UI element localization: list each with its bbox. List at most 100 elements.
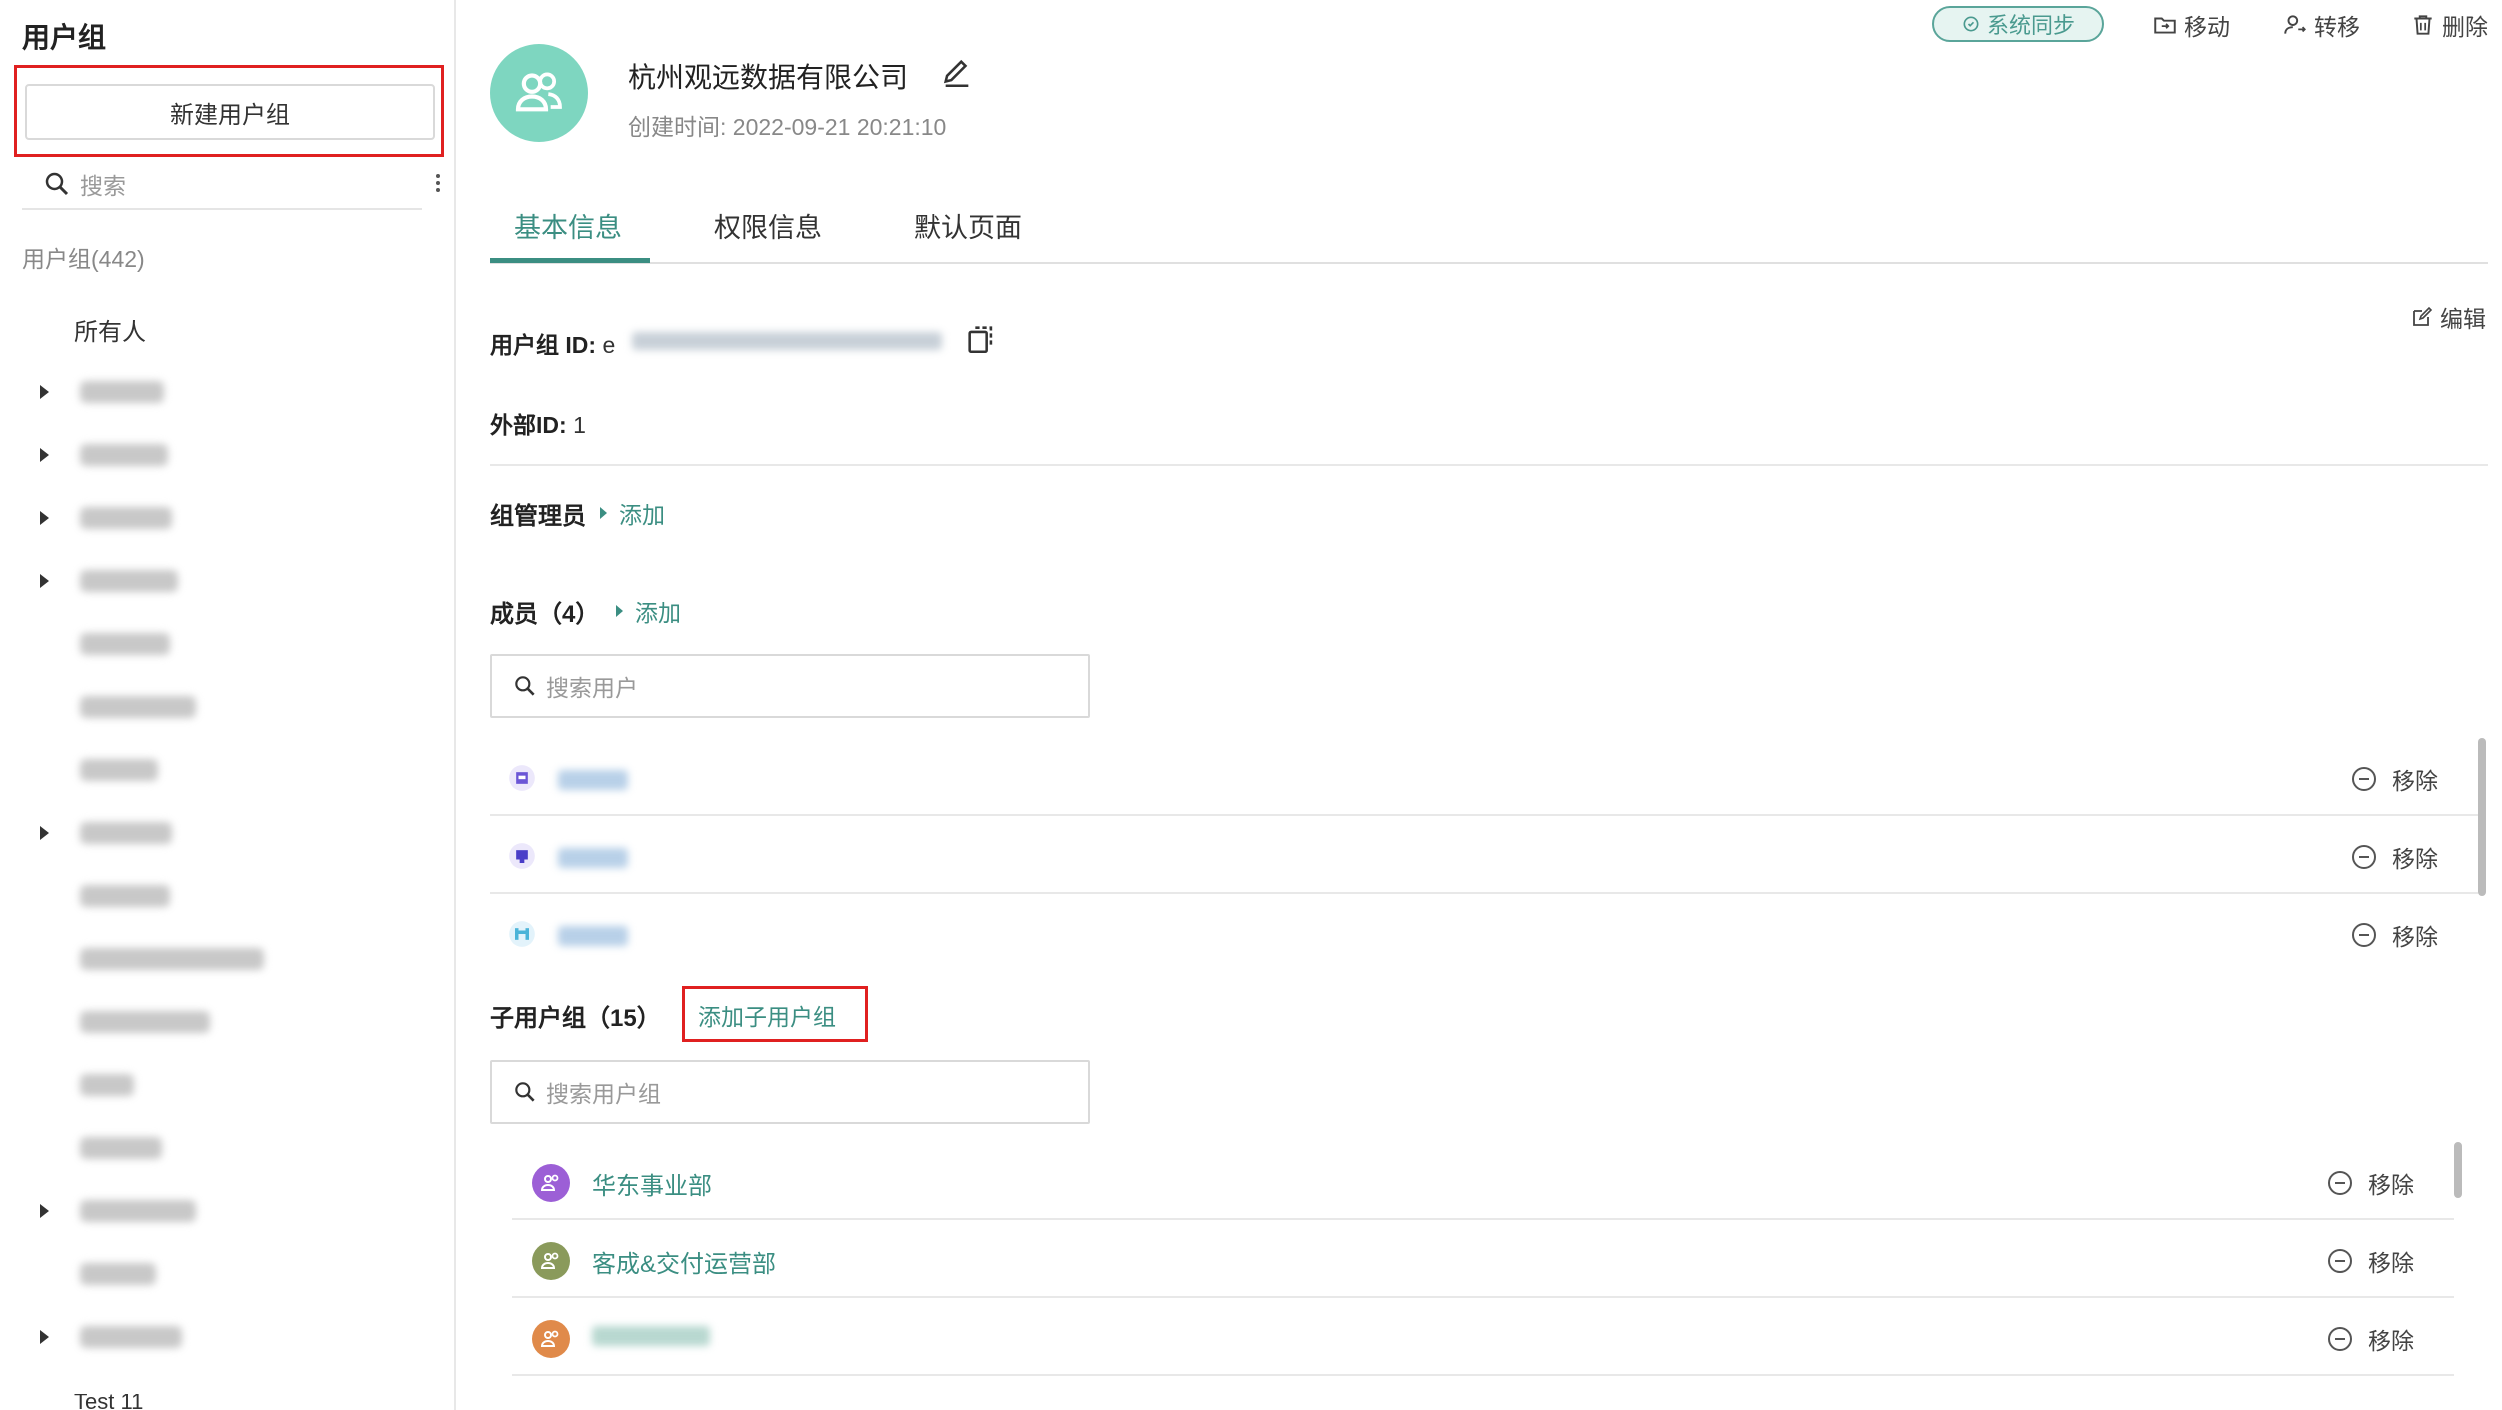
sidebar-title: 用户组 [22, 22, 107, 53]
more-options-icon[interactable] [428, 168, 448, 198]
tab-bar: 基本信息 权限信息 默认页面 [490, 190, 2488, 264]
minus-circle-icon [2352, 845, 2376, 869]
trash-icon [2414, 15, 2432, 35]
group-id-value: e [602, 332, 616, 358]
members-scrollbar[interactable] [2478, 738, 2486, 896]
tree-item[interactable] [0, 1191, 440, 1231]
user-avatar-icon [509, 765, 535, 791]
tree-item[interactable] [0, 939, 440, 979]
member-row: 移除 [490, 818, 2478, 894]
minus-circle-icon [2328, 1327, 2352, 1351]
edit-label: 编辑 [2440, 306, 2486, 332]
tree-item[interactable] [0, 435, 440, 475]
transfer-button[interactable]: 转移 [2282, 8, 2360, 42]
tree-item[interactable] [0, 687, 440, 727]
member-row: 移除 [490, 740, 2478, 816]
tree-item-all[interactable]: 所有人 [74, 312, 146, 347]
sidebar-search-input[interactable]: 搜索 [22, 160, 422, 210]
tree-item[interactable] [0, 372, 440, 412]
subgroup-row: 客成&交付运营部 移除 [512, 1222, 2454, 1298]
company-name: 杭州观远数据有限公司 [628, 62, 909, 93]
new-group-button[interactable]: 新建用户组 [25, 84, 435, 140]
tree-item[interactable] [0, 1317, 440, 1357]
divider [490, 464, 2488, 466]
remove-member-button[interactable]: 移除 [2352, 918, 2438, 952]
member-search-input[interactable]: 搜索用户 [490, 654, 1090, 718]
minus-circle-icon [2328, 1171, 2352, 1195]
subgroup-search-placeholder: 搜索用户组 [546, 1081, 661, 1107]
caret-right-icon[interactable] [40, 1204, 49, 1218]
subgroup-name-redacted [592, 1326, 710, 1346]
tree-item-truncated[interactable]: Test 11 [74, 1394, 143, 1410]
caret-right-icon[interactable] [40, 826, 49, 840]
caret-right-icon[interactable] [40, 385, 49, 399]
member-name-redacted [558, 770, 628, 790]
edit-icon [2413, 306, 2433, 326]
minus-circle-icon [2328, 1249, 2352, 1273]
remove-label: 移除 [2368, 1172, 2414, 1198]
sync-badge-label: 系统同步 [1986, 13, 2075, 38]
caret-right-icon[interactable] [40, 511, 49, 525]
remove-member-button[interactable]: 移除 [2352, 762, 2438, 796]
member-name-redacted [558, 848, 628, 868]
subgroup-row: 华东事业部 移除 [512, 1144, 2454, 1220]
external-id-label: 外部ID: [490, 412, 567, 438]
created-value: 2022-09-21 20:21:10 [732, 114, 947, 140]
remove-member-button[interactable]: 移除 [2352, 840, 2438, 874]
caret-right-icon[interactable] [40, 574, 49, 588]
tree-item[interactable] [0, 1254, 440, 1294]
remove-label: 移除 [2392, 924, 2438, 950]
caret-right-icon[interactable] [40, 1330, 49, 1344]
tree-item[interactable] [0, 1128, 440, 1168]
add-subgroup-button[interactable]: 添加子用户组 [698, 998, 836, 1032]
created-time: 创建时间: 2022-09-21 20:21:10 [628, 108, 946, 142]
tree-item[interactable] [0, 561, 440, 601]
caret-right-icon[interactable] [40, 448, 49, 462]
tab-basic-info[interactable]: 基本信息 [514, 206, 622, 245]
search-icon [515, 676, 535, 696]
members-title: 成员（4） [490, 601, 600, 628]
group-count: 用户组(442) [22, 246, 145, 272]
tree-item[interactable] [0, 876, 440, 916]
tab-default-page[interactable]: 默认页面 [914, 206, 1022, 245]
admins-title: 组管理员 [490, 503, 586, 530]
add-admin-button[interactable]: 添加 [600, 496, 665, 530]
tree-item[interactable] [0, 1065, 440, 1105]
remove-subgroup-button[interactable]: 移除 [2328, 1244, 2414, 1278]
search-icon [515, 1082, 535, 1102]
tree-item[interactable] [0, 813, 440, 853]
tree-item[interactable] [0, 624, 440, 664]
group-id-label: 用户组 ID: [490, 332, 597, 358]
copy-icon[interactable] [964, 322, 998, 356]
move-label: 移动 [2184, 14, 2230, 40]
subgroup-search-input[interactable]: 搜索用户组 [490, 1060, 1090, 1124]
add-member-label: 添加 [635, 600, 681, 626]
edit-pencil-icon[interactable] [940, 56, 974, 90]
subgroups-scrollbar[interactable] [2454, 1142, 2462, 1198]
subgroup-name[interactable]: 华东事业部 [592, 1166, 712, 1201]
minus-circle-icon [2352, 767, 2376, 791]
add-member-button[interactable]: 添加 [616, 594, 681, 628]
tree-item[interactable] [0, 498, 440, 538]
created-label: 创建时间: [628, 114, 727, 140]
group-avatar-icon [532, 1242, 570, 1280]
user-avatar-icon [509, 843, 535, 869]
remove-label: 移除 [2392, 846, 2438, 872]
edit-button[interactable]: 编辑 [2410, 300, 2486, 334]
transfer-label: 转移 [2314, 14, 2360, 40]
remove-subgroup-button[interactable]: 移除 [2328, 1166, 2414, 1200]
tab-permissions[interactable]: 权限信息 [714, 206, 822, 245]
remove-subgroup-button[interactable]: 移除 [2328, 1322, 2414, 1356]
delete-button[interactable]: 删除 [2410, 8, 2488, 42]
tree-item[interactable] [0, 1002, 440, 1042]
subgroups-title: 子用户组（15） [490, 1005, 661, 1032]
move-button[interactable]: 移动 [2152, 8, 2230, 42]
subgroup-name[interactable]: 客成&交付运营部 [592, 1244, 776, 1279]
sync-icon [1963, 16, 1979, 32]
remove-label: 移除 [2368, 1250, 2414, 1276]
group-avatar-icon [532, 1320, 570, 1358]
users-icon [515, 72, 562, 112]
member-row: 移除 [490, 896, 2478, 972]
member-search-placeholder: 搜索用户 [546, 675, 638, 701]
tree-item[interactable] [0, 750, 440, 790]
